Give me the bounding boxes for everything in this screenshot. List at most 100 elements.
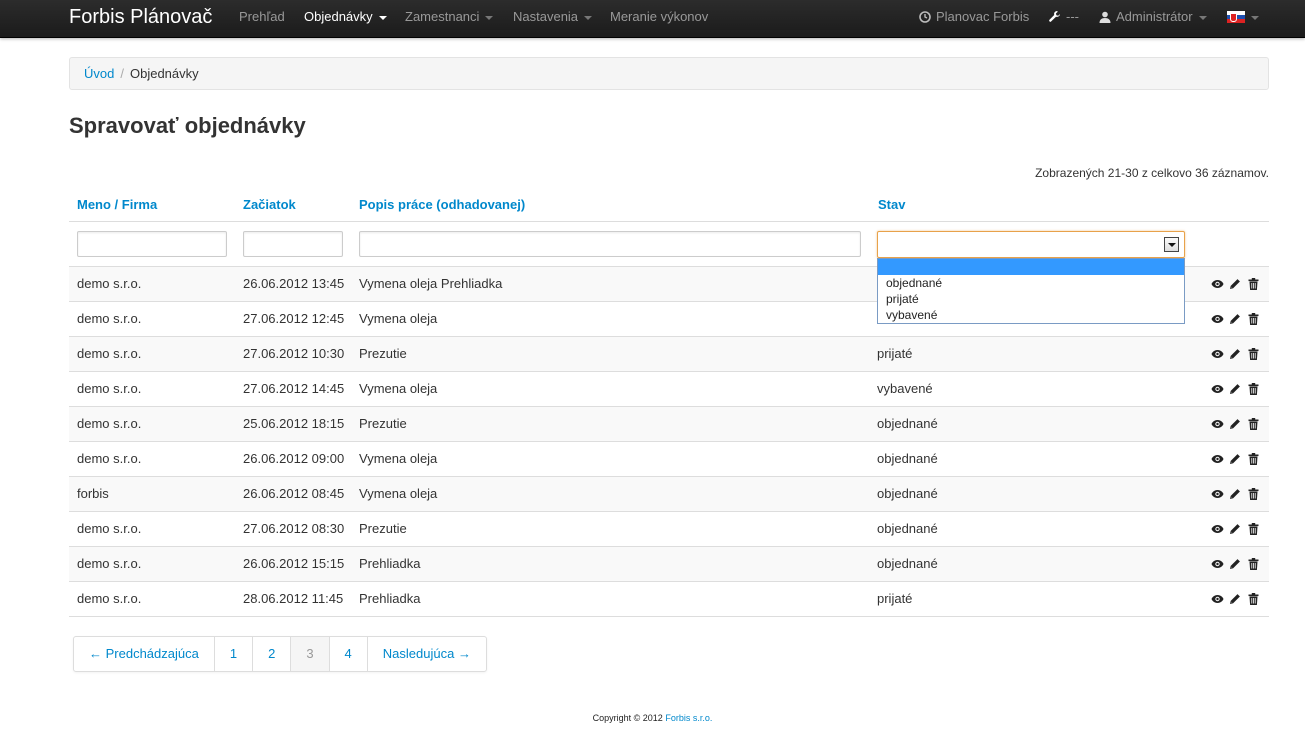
- nav-label: Prehľad: [239, 9, 285, 24]
- row-actions: [1210, 582, 1260, 616]
- brand-logo[interactable]: Forbis Plánovač: [69, 6, 212, 28]
- cell-description: Vymena oleja: [359, 451, 438, 466]
- sort-header-start[interactable]: Začiatok: [243, 197, 296, 212]
- edit-pencil-icon[interactable]: [1228, 277, 1242, 291]
- filter-status-select[interactable]: [877, 231, 1185, 258]
- nav-label: Objednávky: [304, 9, 373, 24]
- view-eye-icon[interactable]: [1210, 277, 1224, 291]
- nav-nastavenia[interactable]: Nastavenia: [513, 0, 593, 38]
- wrench-icon: [1049, 11, 1060, 22]
- edit-pencil-icon[interactable]: [1228, 417, 1242, 431]
- table-bottom-divider: [69, 616, 1269, 617]
- edit-pencil-icon[interactable]: [1228, 487, 1242, 501]
- view-eye-icon[interactable]: [1210, 347, 1224, 361]
- breadcrumb: Úvod / Objednávky: [69, 57, 1269, 90]
- table-row: demo s.r.o. 25.06.2012 18:15 Prezutie objed…: [69, 406, 1269, 441]
- sort-header-description[interactable]: Popis práce (odhadovanej): [359, 197, 525, 212]
- status-option-vybavene[interactable]: vybavené: [878, 307, 1184, 323]
- cell-description: Prehliadka: [359, 556, 421, 571]
- edit-pencil-icon[interactable]: [1228, 522, 1242, 536]
- sort-header-status[interactable]: Stav: [878, 197, 905, 212]
- nav-zamestnanci[interactable]: Zamestnanci: [405, 0, 494, 38]
- nav-language[interactable]: [1227, 0, 1259, 38]
- row-actions: [1210, 512, 1260, 546]
- pagination-page-2[interactable]: 2: [252, 637, 290, 671]
- breadcrumb-current: Objednávky: [129, 66, 199, 81]
- cell-start: 27.06.2012 10:30: [243, 346, 345, 361]
- table-row: demo s.r.o. 26.06.2012 15:15 Prehliadka obj…: [69, 546, 1269, 581]
- cell-name: demo s.r.o.: [77, 451, 142, 466]
- pagination-page-1[interactable]: 1: [213, 637, 252, 671]
- sort-header-name[interactable]: Meno / Firma: [77, 197, 157, 212]
- nav-meranie-vykonov[interactable]: Meranie výkonov: [610, 0, 708, 38]
- edit-pencil-icon[interactable]: [1228, 312, 1242, 326]
- cell-start: 28.06.2012 11:45: [243, 591, 344, 606]
- view-eye-icon[interactable]: [1210, 592, 1224, 606]
- cell-name: demo s.r.o.: [77, 416, 142, 431]
- cell-start: 27.06.2012 08:30: [243, 521, 345, 536]
- delete-trash-icon[interactable]: [1246, 452, 1260, 466]
- edit-pencil-icon[interactable]: [1228, 557, 1242, 571]
- nav-objednavky[interactable]: Objednávky: [304, 0, 387, 38]
- delete-trash-icon[interactable]: [1246, 557, 1260, 571]
- header-divider: [69, 221, 1269, 222]
- table-row: demo s.r.o. 27.06.2012 10:30 Prezutie prija…: [69, 336, 1269, 371]
- pagination-next[interactable]: Nasledujúca →: [366, 637, 486, 671]
- status-option-objednane[interactable]: objednané: [878, 275, 1184, 291]
- cell-name: demo s.r.o.: [77, 521, 142, 536]
- delete-trash-icon[interactable]: [1246, 312, 1260, 326]
- filter-description-input[interactable]: [359, 231, 861, 257]
- edit-pencil-icon[interactable]: [1228, 592, 1242, 606]
- table-row: demo s.r.o. 27.06.2012 08:30 Prezutie objed…: [69, 511, 1269, 546]
- cell-name: demo s.r.o.: [77, 311, 142, 326]
- results-summary: Zobrazených 21-30 z celkovo 36 záznamov.: [1035, 166, 1269, 180]
- footer: Copyright © 2012 Forbis s.r.o.: [0, 713, 1305, 723]
- view-eye-icon[interactable]: [1210, 312, 1224, 326]
- view-eye-icon[interactable]: [1210, 557, 1224, 571]
- view-eye-icon[interactable]: [1210, 382, 1224, 396]
- clock-icon: [919, 10, 931, 23]
- caret-down-icon: [485, 15, 494, 20]
- nav-tools[interactable]: ---: [1048, 0, 1079, 38]
- cell-name: demo s.r.o.: [77, 381, 142, 396]
- cell-description: Prezutie: [359, 416, 407, 431]
- nav-planner[interactable]: Planovac Forbis: [919, 0, 1029, 38]
- pagination-page-4[interactable]: 4: [328, 637, 367, 671]
- delete-trash-icon[interactable]: [1246, 487, 1260, 501]
- nav-user-menu[interactable]: Administrátor: [1099, 0, 1207, 38]
- edit-pencil-icon[interactable]: [1228, 452, 1242, 466]
- cell-status: objednané: [877, 521, 938, 536]
- edit-pencil-icon[interactable]: [1228, 347, 1242, 361]
- status-option-prijate[interactable]: prijaté: [878, 291, 1184, 307]
- filter-start-input[interactable]: [243, 231, 343, 257]
- view-eye-icon[interactable]: [1210, 487, 1224, 501]
- pagination: ← Predchádzajúca 1 2 3 4 Nasledujúca →: [73, 636, 487, 672]
- delete-trash-icon[interactable]: [1246, 277, 1260, 291]
- caret-down-icon: [584, 15, 593, 20]
- view-eye-icon[interactable]: [1210, 417, 1224, 431]
- filter-name-input[interactable]: [77, 231, 227, 257]
- cell-status: objednané: [877, 556, 938, 571]
- delete-trash-icon[interactable]: [1246, 347, 1260, 361]
- cell-start: 26.06.2012 09:00: [243, 451, 345, 466]
- footer-company-link[interactable]: Forbis s.r.o.: [665, 713, 712, 723]
- row-actions: [1210, 547, 1260, 581]
- status-option-empty[interactable]: [878, 259, 1184, 275]
- breadcrumb-home-link[interactable]: Úvod: [84, 66, 114, 81]
- caret-down-icon: [1251, 15, 1259, 20]
- edit-pencil-icon[interactable]: [1228, 382, 1242, 396]
- cell-status: prijaté: [877, 346, 913, 361]
- view-eye-icon[interactable]: [1210, 522, 1224, 536]
- delete-trash-icon[interactable]: [1246, 382, 1260, 396]
- view-eye-icon[interactable]: [1210, 452, 1224, 466]
- nav-prehlad[interactable]: Prehľad: [239, 0, 285, 38]
- select-arrow-icon[interactable]: [1164, 237, 1179, 252]
- pagination-prev[interactable]: ← Predchádzajúca: [74, 637, 214, 671]
- cell-status: objednané: [877, 486, 938, 501]
- delete-trash-icon[interactable]: [1246, 417, 1260, 431]
- delete-trash-icon[interactable]: [1246, 592, 1260, 606]
- delete-trash-icon[interactable]: [1246, 522, 1260, 536]
- cell-name: forbis: [77, 486, 109, 501]
- cell-name: demo s.r.o.: [77, 591, 142, 606]
- cell-description: Prezutie: [359, 346, 407, 361]
